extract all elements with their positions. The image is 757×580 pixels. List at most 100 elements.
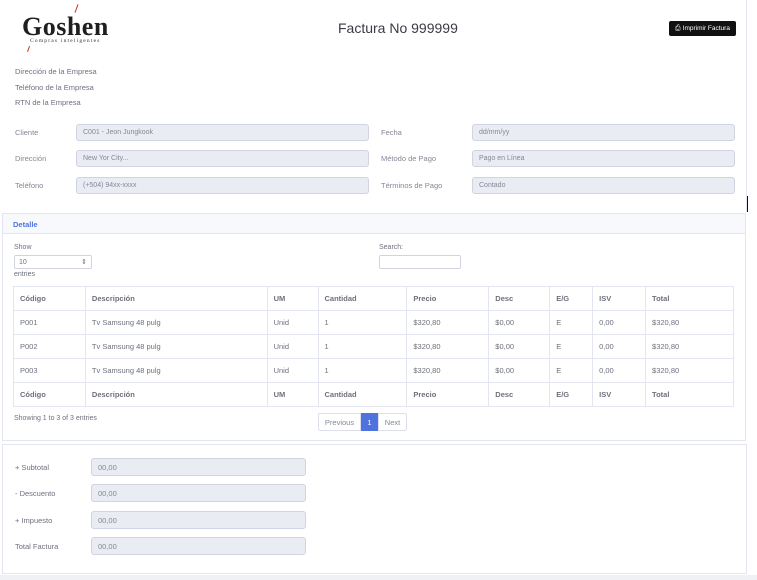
column-footer: Precio (406, 382, 490, 407)
telefono-field[interactable]: (+504) 94xx-xxxx (76, 177, 369, 194)
subtotal-label: + Subtotal (15, 463, 49, 472)
table-cell: $320,80 (645, 358, 734, 383)
entries-per-page-select[interactable]: 10 ⇕ (14, 255, 92, 269)
table-cell: 0,00 (592, 334, 647, 359)
column-header[interactable]: Descripción (84, 286, 268, 311)
invoice-header-section: Goshen Compras inteligentes Factura No 9… (0, 0, 747, 212)
column-header[interactable]: Precio (406, 286, 490, 311)
column-footer: Desc (488, 382, 551, 407)
select-arrows-icon: ⇕ (81, 259, 87, 266)
table-cell: $0,00 (488, 358, 551, 383)
table-cell: E (549, 334, 594, 359)
column-header[interactable]: Cantidad (317, 286, 408, 311)
terminos-pago-label: Términos de Pago (381, 181, 443, 190)
search-label: Search: (379, 244, 404, 251)
column-header[interactable]: Código (13, 286, 86, 311)
table-cell: Unid (266, 310, 319, 335)
table-cell: $320,80 (645, 310, 734, 335)
page-bottom-edge (0, 575, 757, 580)
descuento-label: - Descuento (15, 489, 56, 498)
table-footer-row: Código Descripción UM Cantidad Precio De… (13, 382, 734, 407)
metodo-pago-field[interactable]: Pago en Línea (472, 150, 735, 167)
impuesto-label: + Impuesto (15, 516, 53, 525)
column-header[interactable]: Desc (488, 286, 551, 311)
entries-per-page-value: 10 (19, 258, 27, 266)
previous-page-button[interactable]: Previous (318, 413, 361, 431)
column-header[interactable]: Total (645, 286, 734, 311)
table-cell: 1 (317, 334, 408, 359)
table-cell: $320,80 (645, 334, 734, 359)
table-cell: E (549, 358, 594, 383)
metodo-pago-label: Método de Pago (381, 154, 437, 163)
table-cell: P002 (13, 334, 86, 359)
company-phone: Teléfono de la Empresa (15, 83, 94, 92)
detail-card: Detalle Show 10 ⇕ entries Search: Código… (2, 213, 746, 441)
table-info: Showing 1 to 3 of 3 entries (14, 415, 97, 422)
company-address: Dirección de la Empresa (15, 67, 97, 76)
column-footer: Descripción (84, 382, 268, 407)
next-page-button[interactable]: Next (378, 413, 407, 431)
invoice-title: Factura No 999999 (338, 20, 458, 36)
divider (747, 196, 748, 212)
table-cell: Tv Samsung 48 pulg (84, 310, 268, 335)
pagination: Previous 1 Next (318, 413, 407, 431)
table-cell: Tv Samsung 48 pulg (84, 334, 268, 359)
table-cell: $320,80 (406, 334, 490, 359)
table-cell: $0,00 (488, 334, 551, 359)
print-button-label: Imprimir Factura (682, 25, 730, 32)
fecha-field[interactable]: dd/mm/yy (472, 124, 735, 141)
column-footer: E/G (549, 382, 594, 407)
detail-table: Código Descripción UM Cantidad Precio De… (13, 286, 734, 407)
table-header-row: Código Descripción UM Cantidad Precio De… (13, 286, 734, 311)
impuesto-field[interactable]: 00,00 (91, 511, 306, 529)
column-footer: ISV (592, 382, 647, 407)
column-footer: Total (645, 382, 734, 407)
table-row: P002 Tv Samsung 48 pulg Unid 1 $320,80 $… (13, 334, 734, 359)
detail-card-title: Detalle (13, 220, 38, 229)
total-factura-field[interactable]: 00,00 (91, 537, 306, 555)
table-cell: $0,00 (488, 310, 551, 335)
table-cell: E (549, 310, 594, 335)
descuento-field[interactable]: 00,00 (91, 484, 306, 502)
detail-card-header: Detalle (3, 214, 745, 234)
show-label: Show (14, 244, 32, 251)
print-icon: ⎙ (675, 24, 681, 32)
table-cell: Unid (266, 334, 319, 359)
print-invoice-button[interactable]: ⎙ Imprimir Factura (669, 21, 736, 36)
table-row: P001 Tv Samsung 48 pulg Unid 1 $320,80 $… (13, 310, 734, 335)
table-cell: P001 (13, 310, 86, 335)
table-cell: Unid (266, 358, 319, 383)
search-input[interactable] (379, 255, 461, 269)
table-cell: 0,00 (592, 358, 647, 383)
telefono-label: Teléfono (15, 181, 44, 190)
logo-accent-mark (27, 46, 30, 52)
table-cell: 0,00 (592, 310, 647, 335)
column-header[interactable]: E/G (549, 286, 594, 311)
direccion-field[interactable]: New Yor City... (76, 150, 369, 167)
direccion-label: Dirección (15, 154, 47, 163)
column-header[interactable]: ISV (592, 286, 647, 311)
column-footer: UM (266, 382, 319, 407)
table-cell: $320,80 (406, 310, 490, 335)
column-footer: Código (13, 382, 86, 407)
subtotal-field[interactable]: 00,00 (91, 458, 306, 476)
table-cell: 1 (317, 310, 408, 335)
column-footer: Cantidad (317, 382, 408, 407)
page-1-button[interactable]: 1 (361, 413, 378, 431)
table-row: P003 Tv Samsung 48 pulg Unid 1 $320,80 $… (13, 358, 734, 383)
fecha-label: Fecha (381, 128, 402, 137)
table-cell: P003 (13, 358, 86, 383)
terminos-pago-field[interactable]: Contado (472, 177, 735, 194)
totals-section: + Subtotal 00,00 - Descuento 00,00 + Imp… (2, 444, 747, 574)
table-cell: 1 (317, 358, 408, 383)
cliente-field[interactable]: C001 - Jeon Jungkook (76, 124, 369, 141)
table-cell: $320,80 (406, 358, 490, 383)
column-header[interactable]: UM (266, 286, 319, 311)
total-factura-label: Total Factura (15, 542, 59, 551)
company-rtn: RTN de la Empresa (15, 98, 81, 107)
brand-logo: Goshen Compras inteligentes (20, 4, 120, 54)
cliente-label: Cliente (15, 128, 39, 137)
entries-label: entries (14, 271, 36, 278)
table-cell: Tv Samsung 48 pulg (84, 358, 268, 383)
brand-tagline: Compras inteligentes (30, 38, 101, 44)
